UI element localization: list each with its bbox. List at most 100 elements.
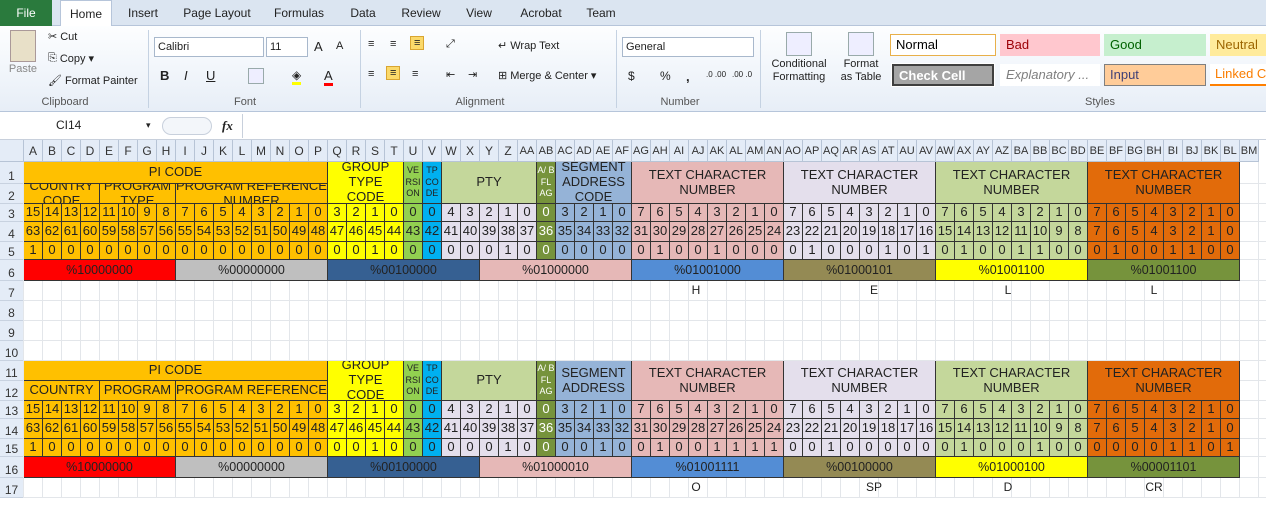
bit-cell[interactable]: 6: [651, 204, 670, 222]
number-format-select[interactable]: General: [622, 37, 754, 57]
formula-input[interactable]: [242, 114, 1266, 138]
bit-cell[interactable]: 0: [898, 242, 917, 260]
bit-cell[interactable]: 11: [1012, 222, 1031, 242]
percent-button[interactable]: %: [660, 69, 671, 83]
bit-cell[interactable]: 0: [461, 439, 480, 457]
cut-button[interactable]: ✂ Cut: [48, 30, 77, 44]
bit-cell[interactable]: 11: [100, 401, 119, 419]
bit-cell[interactable]: 0: [898, 439, 917, 457]
bit-cell[interactable]: 2: [727, 401, 746, 419]
bit-cell[interactable]: 36: [537, 222, 556, 242]
bit-cell[interactable]: 0: [993, 439, 1012, 457]
binary-value[interactable]: %01001000: [632, 260, 784, 281]
bit-cell[interactable]: 7: [632, 401, 651, 419]
column-header[interactable]: P: [309, 140, 328, 162]
bit-cell[interactable]: 59: [100, 222, 119, 242]
column-header[interactable]: L: [233, 140, 252, 162]
bit-cell[interactable]: 0: [594, 242, 613, 260]
bit-cell[interactable]: 1: [366, 401, 385, 419]
bit-cell[interactable]: 6: [1107, 419, 1126, 439]
bit-cell[interactable]: 1: [955, 242, 974, 260]
bit-cell[interactable]: 4: [841, 401, 860, 419]
bit-cell[interactable]: 0: [1221, 242, 1240, 260]
column-header[interactable]: Y: [480, 140, 499, 162]
row-header[interactable]: 5: [0, 242, 24, 260]
bit-cell[interactable]: 14: [955, 419, 974, 439]
bit-cell[interactable]: 0: [214, 439, 233, 457]
bit-cell[interactable]: 4: [689, 204, 708, 222]
bit-cell[interactable]: 1: [1107, 242, 1126, 260]
bit-cell[interactable]: 0: [1126, 242, 1145, 260]
bit-cell[interactable]: 32: [613, 222, 632, 242]
bit-cell[interactable]: 0: [917, 401, 936, 419]
bit-cell[interactable]: 10: [1031, 222, 1050, 242]
bit-cell[interactable]: 34: [575, 222, 594, 242]
column-header[interactable]: AI: [670, 140, 689, 162]
bit-cell[interactable]: 0: [100, 242, 119, 260]
bit-cell[interactable]: 4: [442, 401, 461, 419]
bit-cell[interactable]: 52: [233, 222, 252, 242]
orientation-button[interactable]: ⤢: [446, 38, 455, 51]
align-bottom-button[interactable]: ≡: [410, 36, 425, 50]
column-header[interactable]: G: [138, 140, 157, 162]
bit-cell[interactable]: 47: [328, 222, 347, 242]
column-header[interactable]: BK: [1202, 140, 1221, 162]
bit-cell[interactable]: 0: [765, 242, 784, 260]
bit-cell[interactable]: 36: [537, 419, 556, 439]
bit-cell[interactable]: 12: [993, 222, 1012, 242]
bit-cell[interactable]: 10: [119, 204, 138, 222]
bit-cell[interactable]: 6: [1107, 222, 1126, 242]
bit-cell[interactable]: 5: [214, 204, 233, 222]
bit-cell[interactable]: 7: [1088, 401, 1107, 419]
bit-cell[interactable]: 5: [670, 401, 689, 419]
comma-button[interactable]: ,: [686, 69, 690, 84]
font-size-select[interactable]: 11: [266, 37, 308, 57]
bit-cell[interactable]: 39: [480, 222, 499, 242]
row-header[interactable]: 10: [0, 341, 24, 361]
column-header[interactable]: BF: [1107, 140, 1126, 162]
bit-cell[interactable]: 1: [24, 242, 43, 260]
bit-cell[interactable]: 0: [841, 242, 860, 260]
bit-cell[interactable]: 3: [328, 204, 347, 222]
bit-cell[interactable]: 0: [176, 439, 195, 457]
column-header[interactable]: AS: [860, 140, 879, 162]
bit-cell[interactable]: 46: [347, 419, 366, 439]
bit-cell[interactable]: 1: [898, 401, 917, 419]
bit-cell[interactable]: 28: [689, 222, 708, 242]
copy-button[interactable]: ⎘ Copy ▾: [48, 52, 94, 65]
bit-cell[interactable]: 0: [784, 242, 803, 260]
bit-cell[interactable]: 0: [100, 439, 119, 457]
bit-cell[interactable]: 0: [309, 439, 328, 457]
bit-cell[interactable]: 0: [347, 439, 366, 457]
bit-cell[interactable]: 1: [746, 401, 765, 419]
bit-cell[interactable]: 3: [556, 204, 575, 222]
bit-cell[interactable]: 2: [347, 401, 366, 419]
bit-cell[interactable]: 5: [1126, 401, 1145, 419]
bit-cell[interactable]: 1: [499, 204, 518, 222]
bit-cell[interactable]: 0: [1088, 242, 1107, 260]
bit-cell[interactable]: 0: [879, 439, 898, 457]
bit-cell[interactable]: 0: [271, 242, 290, 260]
bit-cell[interactable]: 9: [138, 401, 157, 419]
bit-cell[interactable]: 0: [765, 204, 784, 222]
bit-cell[interactable]: 12: [81, 401, 100, 419]
bit-cell[interactable]: 15: [936, 419, 955, 439]
bit-cell[interactable]: 3: [252, 401, 271, 419]
tab-home[interactable]: Home: [60, 0, 112, 27]
bit-cell[interactable]: 2: [480, 204, 499, 222]
bit-cell[interactable]: 1: [651, 242, 670, 260]
row-header[interactable]: 8: [0, 301, 24, 321]
bit-cell[interactable]: 37: [518, 419, 537, 439]
bit-cell[interactable]: 12: [81, 204, 100, 222]
bit-cell[interactable]: 0: [689, 242, 708, 260]
bit-cell[interactable]: 41: [442, 419, 461, 439]
column-header[interactable]: BI: [1164, 140, 1183, 162]
italic-button[interactable]: I: [184, 68, 188, 83]
bit-cell[interactable]: 0: [841, 439, 860, 457]
bit-cell[interactable]: 43: [404, 222, 423, 242]
bit-cell[interactable]: 7: [936, 401, 955, 419]
bit-cell[interactable]: 7: [176, 401, 195, 419]
bit-cell[interactable]: 0: [404, 242, 423, 260]
bit-cell[interactable]: 23: [784, 222, 803, 242]
bit-cell[interactable]: 0: [689, 439, 708, 457]
